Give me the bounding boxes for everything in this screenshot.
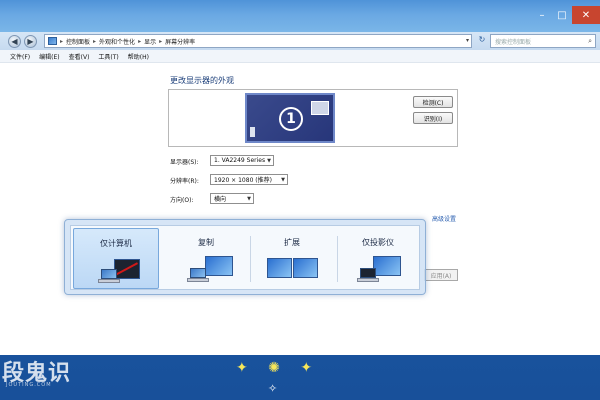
desktop-decoration: ✦ ✺ ✦ (236, 360, 321, 376)
option-computer-only[interactable]: 仅计算机 (73, 228, 159, 289)
forward-button[interactable]: ▶ (24, 35, 37, 48)
detect-button[interactable]: 检测(C) (413, 96, 453, 108)
laptop-icon (357, 268, 379, 283)
option-label: 扩展 (284, 238, 300, 247)
chevron-right-icon: ▸ (93, 37, 97, 45)
menu-view[interactable]: 查看(V) (69, 52, 90, 61)
page-title: 更改显示器的外观 (170, 76, 234, 85)
laptop-icon (187, 268, 209, 283)
option-duplicate[interactable]: 复制 (163, 228, 249, 289)
address-bar[interactable]: ▸ 控制面板 ▸ 外观和个性化 ▸ 显示 ▸ 屏幕分辨率 ▾ (44, 34, 472, 48)
option-label: 仅投影仪 (362, 238, 394, 247)
sidebar-thumbnail (250, 127, 255, 137)
display-preview: 1 检测(C) 识别(I) (168, 89, 458, 147)
menu-file[interactable]: 文件(F) (10, 52, 30, 61)
chevron-right-icon: ▸ (159, 37, 163, 45)
resolution-select-value: 1920 × 1080 (推荐) (214, 177, 272, 184)
menu-bar: 文件(F) 编辑(E) 查看(V) 工具(T) 帮助(H) (0, 50, 600, 63)
search-input[interactable]: 搜索控制面板 ⌕ (490, 34, 596, 48)
breadcrumb-item[interactable]: 屏幕分辨率 (165, 37, 195, 46)
back-button[interactable]: ◀ (8, 35, 21, 48)
laptop-icon (98, 269, 120, 284)
desktop-sparkle-icon: ✧ (268, 382, 278, 395)
content-area: 更改显示器的外观 1 检测(C) 识别(I) 显示器(S): 1. VA2249… (0, 63, 600, 355)
orientation-select-value: 横向 (214, 196, 227, 203)
projector-screen-icon (205, 256, 233, 276)
display-settings-window: – □ ✕ ◀ ▶ ▸ 控制面板 ▸ 外观和个性化 ▸ 显示 ▸ 屏幕分辨率 ▾… (0, 0, 600, 355)
breadcrumb-item[interactable]: 外观和个性化 (99, 37, 135, 46)
projection-options: 仅计算机 复制 扩展 仅投影仪 (70, 225, 420, 290)
projection-switcher: 仅计算机 复制 扩展 仅投影仪 (64, 219, 426, 295)
dropdown-arrow-icon: ▼ (281, 177, 285, 183)
watermark-subtext: JOUTING.COM (6, 382, 52, 388)
identify-button[interactable]: 识别(I) (413, 112, 453, 124)
search-placeholder: 搜索控制面板 (495, 38, 532, 46)
title-bar[interactable]: – □ ✕ (0, 0, 600, 32)
option-projector-only[interactable]: 仅投影仪 (335, 228, 421, 289)
dropdown-arrow-icon: ▼ (267, 158, 271, 164)
option-label: 复制 (198, 238, 214, 247)
breadcrumb-item[interactable]: 显示 (144, 37, 156, 46)
breadcrumb-item[interactable]: 控制面板 (66, 37, 90, 46)
chevron-right-icon: ▸ (60, 37, 64, 45)
close-button[interactable]: ✕ (572, 6, 600, 24)
address-dropdown-icon[interactable]: ▾ (466, 37, 469, 44)
option-label: 仅计算机 (100, 239, 132, 248)
menu-help[interactable]: 帮助(H) (128, 52, 149, 61)
window-thumbnail (311, 101, 329, 115)
display-select[interactable]: 1. VA2249 Series ▼ (210, 155, 274, 166)
display-select-value: 1. VA2249 Series (214, 157, 266, 164)
dropdown-arrow-icon: ▼ (247, 196, 251, 202)
advanced-settings-link[interactable]: 高级设置 (432, 214, 456, 223)
maximize-button[interactable]: □ (552, 6, 572, 24)
resolution-select[interactable]: 1920 × 1080 (推荐) ▼ (210, 174, 288, 185)
monitor-preview[interactable]: 1 (245, 93, 335, 143)
option-extend[interactable]: 扩展 (249, 228, 335, 289)
orientation-select[interactable]: 横向 ▼ (210, 193, 254, 204)
navigation-bar: ◀ ▶ ▸ 控制面板 ▸ 外观和个性化 ▸ 显示 ▸ 屏幕分辨率 ▾ ↻ 搜索控… (0, 32, 600, 50)
orientation-label: 方向(O): (170, 197, 194, 204)
display-label: 显示器(S): (170, 159, 199, 166)
menu-tools[interactable]: 工具(T) (98, 52, 118, 61)
chevron-right-icon: ▸ (138, 37, 142, 45)
window-controls: – □ ✕ (532, 6, 600, 24)
apply-button[interactable]: 应用(A) (424, 269, 458, 281)
resolution-label: 分辨率(R): (170, 178, 199, 185)
refresh-icon[interactable]: ↻ (476, 35, 488, 47)
search-icon[interactable]: ⌕ (588, 37, 592, 46)
menu-edit[interactable]: 编辑(E) (39, 52, 59, 61)
minimize-button[interactable]: – (532, 6, 552, 24)
extend-right-screen-icon (293, 258, 318, 278)
monitor-number: 1 (279, 107, 303, 131)
control-panel-icon (48, 37, 57, 45)
extend-left-screen-icon (267, 258, 292, 278)
